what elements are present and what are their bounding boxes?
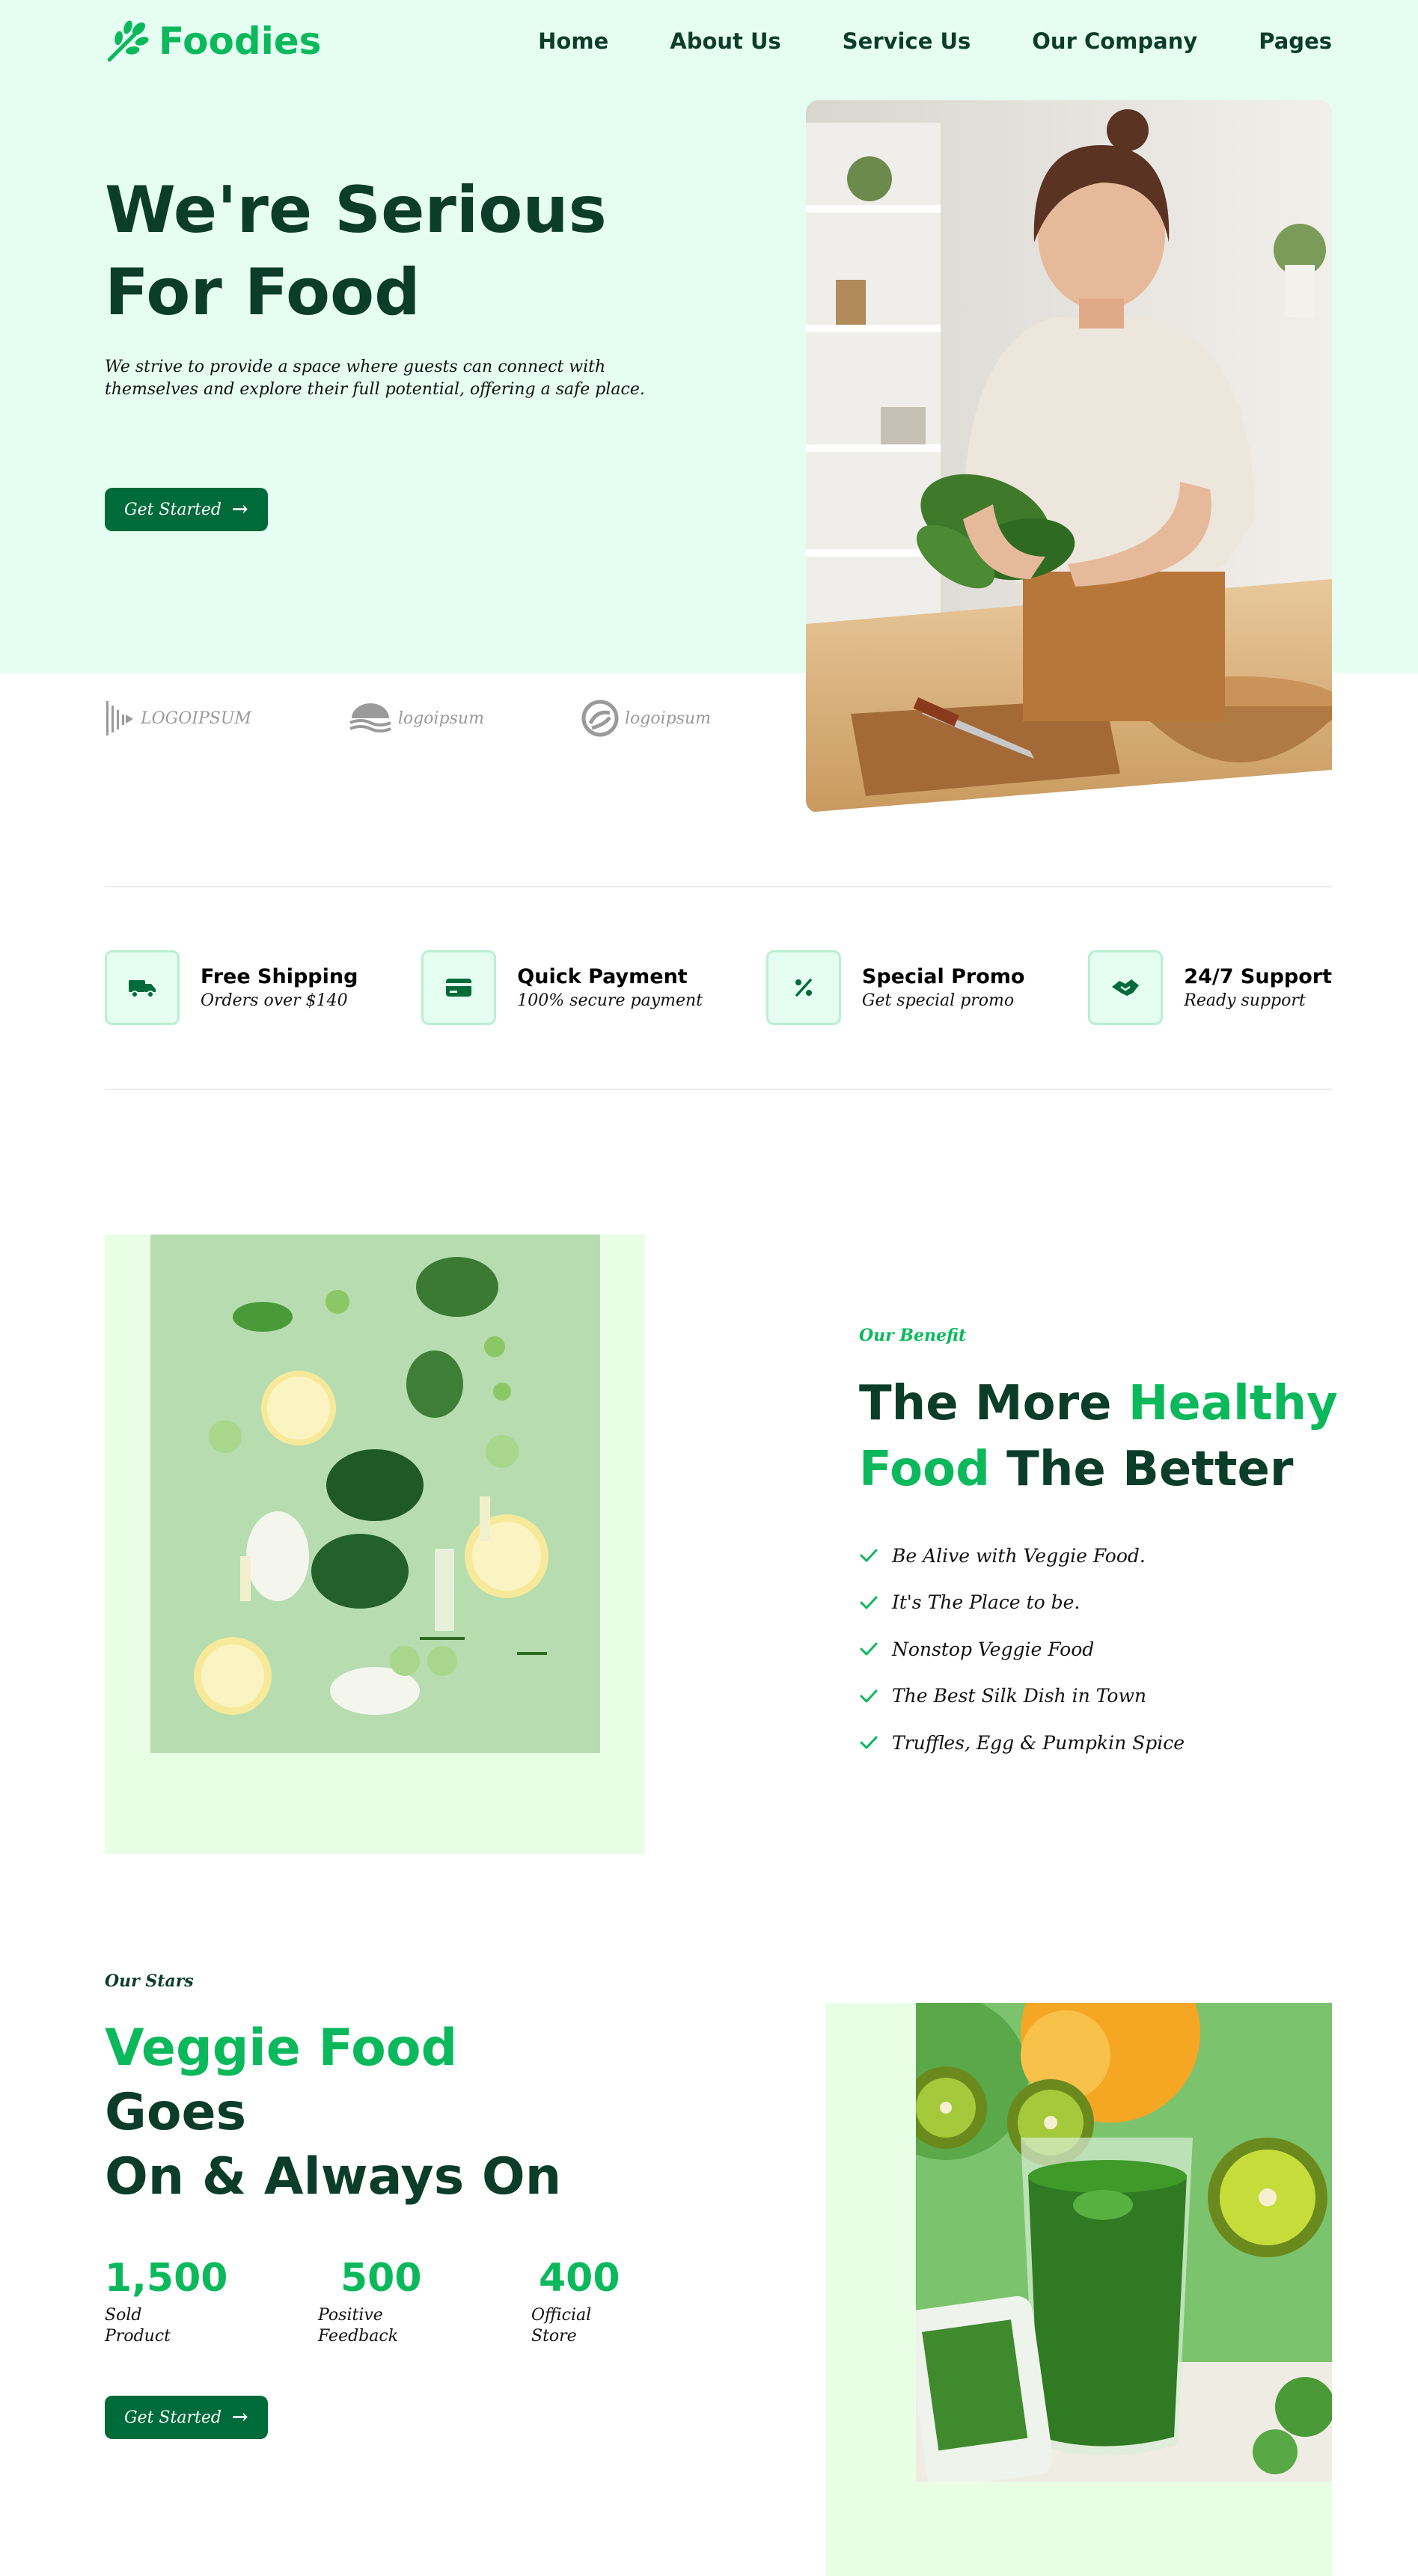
- nav-our-company[interactable]: Our Company: [1032, 28, 1197, 54]
- divider-bottom: [105, 1089, 1332, 1090]
- benefit-item: Nonstop Veggie Food: [859, 1626, 1185, 1673]
- benefit-item-label: Be Alive with Veggie Food.: [892, 1544, 1146, 1567]
- stat-positive-feedback: 500 Positive Feedback: [318, 2256, 531, 2347]
- benefit-eyebrow: Our Benefit: [859, 1326, 967, 1345]
- benefit-title-part2: The Better: [989, 1442, 1294, 1497]
- hero-get-started-button[interactable]: Get Started →: [105, 488, 268, 531]
- benefit-item: Truffles, Egg & Pumpkin Spice: [859, 1719, 1185, 1766]
- benefit-item-label: Truffles, Egg & Pumpkin Spice: [892, 1731, 1185, 1754]
- woman-with-greens-image: [806, 100, 1332, 813]
- check-icon: [860, 1549, 878, 1562]
- feature-subtitle: Ready support: [1184, 991, 1306, 1010]
- partner-logo-2: logoipsum: [349, 702, 484, 735]
- check-icon: [860, 1642, 878, 1656]
- benefit-photo: [150, 1235, 600, 1753]
- benefit-item-label: Nonstop Veggie Food: [892, 1638, 1095, 1660]
- benefit-item-label: It's The Place to be.: [892, 1591, 1081, 1614]
- benefit-title: The More Healthy Food The Better: [859, 1371, 1368, 1502]
- partner-logo-3: logoipsum: [581, 700, 711, 737]
- nav-about-us[interactable]: About Us: [670, 28, 781, 54]
- stat-label: Positive Feedback: [318, 2305, 531, 2347]
- stat-label-line2: Store: [531, 2327, 577, 2346]
- benefit-item: It's The Place to be.: [859, 1579, 1185, 1627]
- check-icon: [860, 1736, 878, 1749]
- waves-logo-icon: [349, 703, 391, 732]
- features-row: Free Shipping Orders over $140 Quick Pay…: [105, 950, 1332, 1025]
- partner-logos: LOGOIPSUM logoipsum logoipsum: [105, 700, 711, 737]
- feature-title: Special Promo: [861, 965, 1025, 988]
- feature-title: Free Shipping: [201, 965, 358, 988]
- partner-logo-3-label: logoipsum: [624, 709, 712, 728]
- stars-cta-label: Get Started: [124, 2408, 221, 2427]
- percent-icon: [765, 950, 841, 1025]
- benefit-title-accent2: Food: [859, 1442, 990, 1497]
- feature-free-shipping: Free Shipping Orders over $140: [105, 950, 358, 1025]
- benefit-item-label: The Best Silk Dish in Town: [892, 1685, 1146, 1707]
- feature-title: Quick Payment: [517, 965, 688, 988]
- stats-row: 1,500 Sold Product 500 Positive Feedback…: [105, 2256, 745, 2347]
- card-icon: [421, 950, 497, 1025]
- stars-title: Veggie Food Goes On & Always On: [105, 2016, 703, 2209]
- stars-title-accent: Veggie Food: [105, 2019, 458, 2078]
- arrow-right-icon: →: [231, 498, 248, 521]
- hero-title-line1: We're Serious: [105, 173, 607, 248]
- stars-photo: [916, 2003, 1332, 2482]
- hero-title: We're Serious For Food: [105, 169, 673, 334]
- benefit-item: Be Alive with Veggie Food.: [859, 1532, 1185, 1579]
- bars-logo-icon: [106, 701, 133, 735]
- stat-label-line1: Official: [531, 2306, 592, 2325]
- partner-logo-1-label: LOGOIPSUM: [141, 709, 251, 728]
- stat-value: 1,500: [105, 2256, 228, 2301]
- stars-get-started-button[interactable]: Get Started →: [105, 2396, 268, 2439]
- nav-home[interactable]: Home: [538, 28, 608, 54]
- feature-subtitle: Get special promo: [861, 991, 1015, 1010]
- divider-top: [105, 886, 1332, 887]
- benefit-item: The Best Silk Dish in Town: [859, 1673, 1185, 1720]
- feature-special-promo: Special Promo Get special promo: [765, 950, 1025, 1025]
- nav-pages[interactable]: Pages: [1259, 28, 1332, 54]
- circle-logo-icon: [581, 700, 619, 737]
- nav-service-us[interactable]: Service Us: [843, 28, 971, 54]
- stat-value: 500: [340, 2256, 422, 2301]
- brand-logo[interactable]: Foodies: [105, 18, 321, 64]
- stars-title-line3: On & Always On: [105, 2147, 562, 2206]
- stat-label: Official Store: [531, 2305, 745, 2347]
- green-smoothie-image: [916, 2003, 1332, 2482]
- stat-official-store: 400 Official Store: [531, 2256, 745, 2347]
- hero-description: We strive to provide a space where guest…: [105, 358, 645, 399]
- benefit-title-accent1: Healthy: [1128, 1376, 1338, 1431]
- stars-title-line2: Goes: [105, 2083, 247, 2142]
- handshake-icon: [1088, 950, 1164, 1025]
- feature-quick-payment: Quick Payment 100% secure payment: [421, 950, 703, 1025]
- check-icon: [860, 1689, 878, 1703]
- stars-eyebrow: Our Stars: [105, 1971, 194, 1991]
- logo-text: Foodies: [159, 19, 322, 63]
- stat-value: 400: [539, 2256, 620, 2301]
- stat-label-line2: Product: [105, 2327, 171, 2346]
- check-icon: [860, 1596, 878, 1609]
- main-nav: Home About Us Service Us Our Company Pag…: [538, 28, 1332, 54]
- leaf-logo-icon: [107, 20, 149, 62]
- hero-photo: [806, 100, 1332, 813]
- vegetable-flatlay-image: [150, 1235, 600, 1753]
- hero-cta-label: Get Started: [124, 500, 221, 519]
- arrow-right-icon: →: [231, 2406, 248, 2429]
- partner-logo-2-label: logoipsum: [397, 709, 484, 728]
- feature-support: 24/7 Support Ready support: [1088, 950, 1332, 1025]
- feature-subtitle: 100% secure payment: [517, 991, 703, 1010]
- benefit-title-part1: The More: [859, 1376, 1128, 1431]
- benefit-list: Be Alive with Veggie Food. It's The Plac…: [859, 1532, 1185, 1766]
- truck-icon: [105, 950, 180, 1025]
- stat-label-line2: Feedback: [318, 2327, 399, 2346]
- stat-sold-product: 1,500 Sold Product: [105, 2256, 318, 2347]
- feature-subtitle: Orders over $140: [201, 991, 348, 1010]
- stat-label: Sold Product: [105, 2305, 318, 2347]
- hero-title-line2: For Food: [105, 255, 421, 330]
- stat-label-line1: Sold: [105, 2306, 142, 2325]
- partner-logo-1: LOGOIPSUM: [105, 700, 251, 737]
- stat-label-line1: Positive: [318, 2306, 383, 2325]
- feature-title: 24/7 Support: [1184, 965, 1332, 988]
